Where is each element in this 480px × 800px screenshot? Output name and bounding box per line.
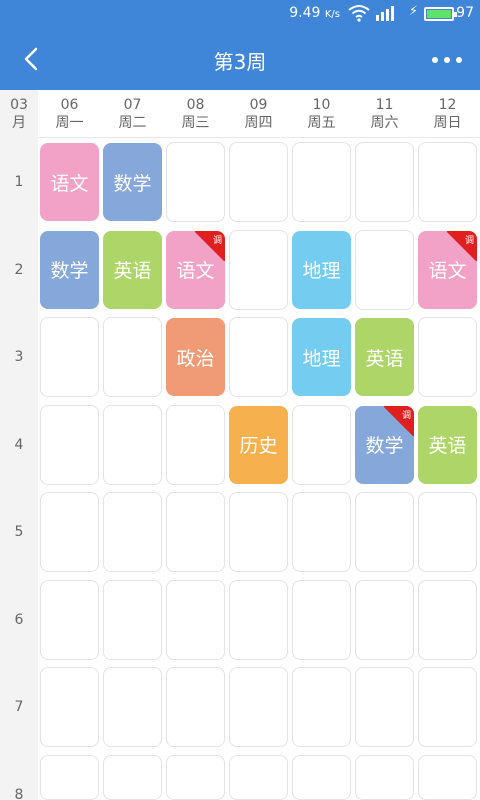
empty-slot[interactable]	[292, 667, 351, 747]
empty-slot[interactable]	[103, 492, 162, 572]
empty-slot[interactable]	[418, 492, 477, 572]
adjusted-tag: 调	[447, 231, 477, 261]
empty-slot[interactable]	[229, 492, 288, 572]
adjusted-tag: 调	[195, 231, 225, 261]
empty-slot[interactable]	[166, 404, 225, 485]
course-block[interactable]: 地理	[292, 230, 351, 309]
empty-slot[interactable]	[418, 317, 477, 397]
course-block[interactable]: 政治	[166, 318, 225, 396]
empty-slot[interactable]	[355, 492, 414, 572]
timetable-grid: 语文 数学 数学 英语 语文调地理 语文调政治 地理 英语 历史 数学调英语	[0, 0, 480, 800]
empty-slot[interactable]	[292, 492, 351, 572]
empty-slot[interactable]	[229, 142, 288, 222]
course-block[interactable]: 英语	[103, 230, 162, 309]
empty-slot[interactable]	[229, 317, 288, 397]
empty-slot[interactable]	[292, 579, 351, 660]
empty-slot[interactable]	[103, 317, 162, 397]
adjusted-tag-text: 调	[464, 235, 474, 246]
empty-slot[interactable]	[40, 317, 99, 397]
adjusted-tag-text: 调	[401, 410, 411, 421]
course-block[interactable]: 语文	[40, 143, 99, 221]
empty-slot[interactable]	[103, 667, 162, 747]
empty-slot[interactable]	[40, 754, 99, 800]
empty-slot[interactable]	[418, 754, 477, 800]
course-name: 数学	[50, 260, 89, 282]
course-block[interactable]: 地理	[292, 318, 351, 396]
course-name: 英语	[113, 260, 152, 282]
course-block[interactable]: 历史	[229, 405, 288, 484]
empty-slot[interactable]	[40, 579, 99, 660]
course-block[interactable]: 语文调	[418, 230, 477, 309]
course-block[interactable]: 数学	[40, 230, 99, 309]
course-name: 数学	[113, 172, 152, 195]
empty-slot[interactable]	[103, 754, 162, 800]
empty-slot[interactable]	[166, 754, 225, 800]
empty-slot[interactable]	[40, 667, 99, 747]
adjusted-tag: 调	[384, 406, 414, 436]
empty-slot[interactable]	[418, 579, 477, 660]
empty-slot[interactable]	[103, 579, 162, 660]
empty-slot[interactable]	[166, 142, 225, 222]
empty-slot[interactable]	[40, 404, 99, 485]
course-name: 英语	[365, 347, 404, 370]
empty-slot[interactable]	[292, 142, 351, 222]
course-name: 地理	[302, 347, 341, 370]
empty-slot[interactable]	[166, 667, 225, 747]
course-block[interactable]: 数学调	[355, 405, 414, 484]
adjusted-tag-text: 调	[212, 235, 222, 246]
empty-slot[interactable]	[166, 579, 225, 660]
empty-slot[interactable]	[292, 404, 351, 485]
course-name: 语文	[50, 172, 89, 195]
course-block[interactable]: 英语	[418, 405, 477, 484]
empty-slot[interactable]	[355, 229, 414, 310]
empty-slot[interactable]	[229, 754, 288, 800]
empty-slot[interactable]	[229, 579, 288, 660]
empty-slot[interactable]	[418, 142, 477, 222]
course-block[interactable]: 语文调	[166, 230, 225, 309]
empty-slot[interactable]	[355, 579, 414, 660]
course-name: 政治	[176, 347, 215, 370]
empty-slot[interactable]	[229, 229, 288, 310]
empty-slot[interactable]	[40, 492, 99, 572]
empty-slot[interactable]	[418, 667, 477, 747]
course-block[interactable]: 数学	[103, 143, 162, 221]
course-name: 英语	[428, 435, 467, 457]
empty-slot[interactable]	[292, 754, 351, 800]
empty-slot[interactable]	[229, 667, 288, 747]
empty-slot[interactable]	[355, 142, 414, 222]
empty-slot[interactable]	[355, 667, 414, 747]
course-name: 历史	[239, 435, 278, 457]
course-block[interactable]: 英语	[355, 318, 414, 396]
empty-slot[interactable]	[103, 404, 162, 485]
empty-slot[interactable]	[355, 754, 414, 800]
empty-slot[interactable]	[166, 492, 225, 572]
course-name: 地理	[302, 260, 341, 282]
